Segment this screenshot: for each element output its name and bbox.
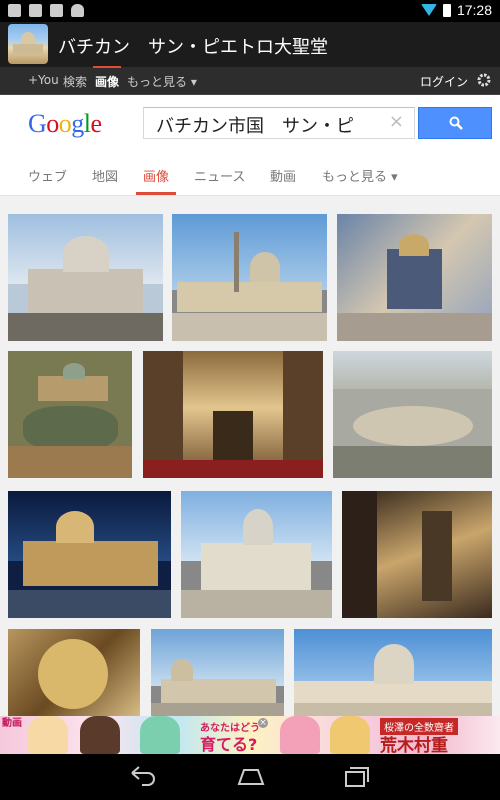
login-link[interactable]: ログイン xyxy=(420,73,468,90)
gear-icon[interactable] xyxy=(476,72,492,88)
ad-label: 動画 xyxy=(2,718,22,729)
logo-letter: g xyxy=(71,109,84,138)
tab-images[interactable]: 画像 xyxy=(143,166,169,185)
image-result[interactable] xyxy=(8,491,171,618)
search-input[interactable]: バチカン市国 サン・ピ × xyxy=(143,107,415,139)
logo-letter: o xyxy=(46,109,59,138)
tab-more[interactable]: もっと見る ▾ xyxy=(322,166,398,185)
logo-letter: e xyxy=(90,109,103,138)
ad-right-main: 荒木村重 xyxy=(380,736,448,754)
search-query[interactable]: バチカン市国 サン・ピ xyxy=(156,112,381,138)
ad-mid-main: 育てる? xyxy=(200,735,258,754)
tab-videos[interactable]: 動画 xyxy=(270,166,296,185)
app-bar: バチカン サン・ピエトロ大聖堂 xyxy=(0,22,500,69)
search-icon xyxy=(449,116,463,130)
image-result[interactable] xyxy=(342,491,492,618)
image-result[interactable] xyxy=(181,491,332,618)
notification-icon xyxy=(8,4,21,17)
image-results xyxy=(0,196,500,716)
image-result[interactable] xyxy=(172,214,327,341)
android-icon xyxy=(71,4,84,17)
nav-images[interactable]: 画像 xyxy=(92,66,122,90)
nav-more[interactable]: もっと見る ▾ xyxy=(127,73,197,90)
tab-maps[interactable]: 地図 xyxy=(92,166,118,185)
image-result[interactable] xyxy=(151,629,284,716)
app-icon[interactable] xyxy=(8,24,48,64)
bag-icon xyxy=(29,4,42,17)
system-nav-bar xyxy=(0,754,500,800)
logo-letter: l xyxy=(83,109,91,138)
ad-banner[interactable]: 動画 あなたはどう 育てる? × 桜澤の全数齋者 荒木村重 xyxy=(0,716,500,754)
image-result[interactable] xyxy=(333,351,492,478)
nav-plus-you[interactable]: +You xyxy=(28,73,59,87)
image-result[interactable] xyxy=(294,629,492,716)
home-icon[interactable] xyxy=(236,764,266,790)
ad-character xyxy=(280,716,320,754)
image-result[interactable] xyxy=(8,351,132,478)
ad-character xyxy=(80,716,120,754)
logo-letter: G xyxy=(28,109,47,138)
clock: 17:28 xyxy=(456,2,492,18)
image-result[interactable] xyxy=(337,214,492,341)
image-result[interactable] xyxy=(8,629,140,716)
back-icon[interactable] xyxy=(128,764,158,790)
status-bar: 17:28 xyxy=(0,0,500,22)
download-icon xyxy=(50,4,63,17)
tab-news[interactable]: ニュース xyxy=(194,166,245,185)
clear-icon[interactable]: × xyxy=(389,111,404,132)
recent-apps-icon[interactable] xyxy=(342,764,372,790)
battery-icon xyxy=(442,3,451,17)
image-result[interactable] xyxy=(8,214,163,341)
ad-close-icon[interactable]: × xyxy=(258,718,268,728)
nav-search[interactable]: 検索 xyxy=(63,73,87,90)
google-top-nav: +You 検索 画像 もっと見る ▾ ログイン xyxy=(0,66,500,95)
search-tabs: ウェブ 地図 画像 ニュース 動画 もっと見る ▾ xyxy=(0,155,500,196)
active-tab-indicator xyxy=(136,192,176,195)
google-logo[interactable]: Google xyxy=(28,109,102,139)
logo-letter: o xyxy=(58,109,72,138)
wifi-icon xyxy=(420,4,437,16)
ad-character xyxy=(28,716,68,754)
ad-character xyxy=(330,716,370,754)
image-result[interactable] xyxy=(143,351,323,478)
notification-icons xyxy=(8,4,84,17)
search-header: Google バチカン市国 サン・ピ × xyxy=(0,95,500,155)
search-button[interactable] xyxy=(418,107,492,139)
ad-character xyxy=(140,716,180,754)
tab-web[interactable]: ウェブ xyxy=(28,166,67,185)
app-title: バチカン サン・ピエトロ大聖堂 xyxy=(58,37,328,58)
